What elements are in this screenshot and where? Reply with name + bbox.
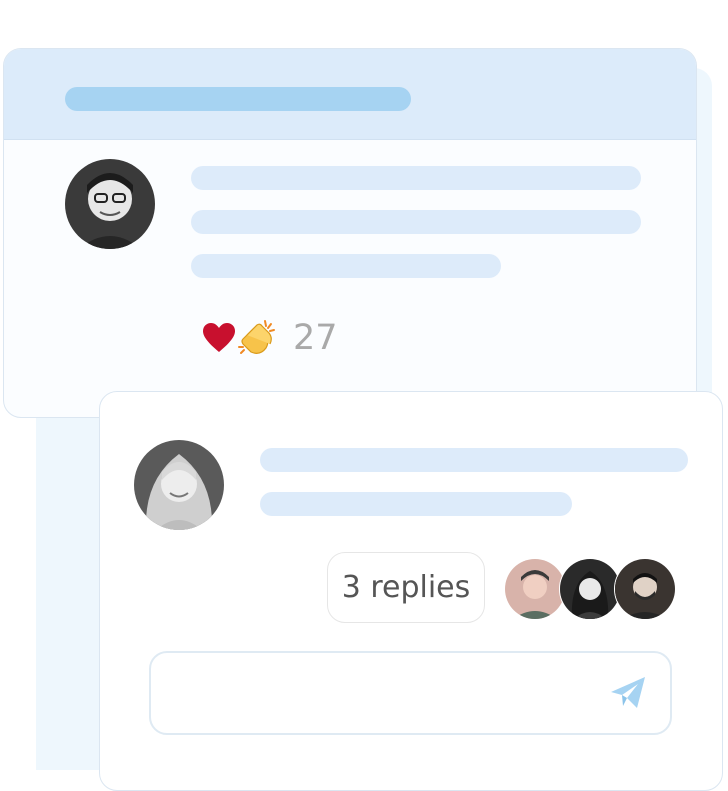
post-card: 27	[3, 48, 697, 418]
post-header	[4, 49, 696, 140]
post-text-line	[191, 210, 641, 234]
reactions[interactable]: 27	[201, 316, 338, 360]
participant-avatar[interactable]	[504, 558, 566, 620]
send-icon[interactable]	[608, 673, 648, 713]
heart-icon[interactable]	[201, 320, 237, 356]
reply-text-line	[260, 492, 572, 516]
message-input[interactable]	[173, 671, 597, 717]
participant-avatar[interactable]	[559, 558, 621, 620]
message-composer[interactable]	[149, 651, 672, 735]
post-title-placeholder	[65, 87, 411, 111]
post-author-avatar[interactable]	[65, 159, 155, 249]
reply-participants[interactable]	[504, 558, 676, 620]
post-text-line	[191, 166, 641, 190]
reply-author-avatar[interactable]	[134, 440, 224, 530]
reaction-count: 27	[293, 318, 338, 358]
clapping-hands-icon[interactable]	[235, 317, 277, 359]
participant-avatar[interactable]	[614, 558, 676, 620]
reply-text-line	[260, 448, 688, 472]
post-text-line	[191, 254, 501, 278]
replies-button[interactable]: 3 replies	[327, 552, 485, 623]
replies-label: 3 replies	[341, 570, 471, 605]
reply-card: 3 replies	[99, 391, 723, 791]
